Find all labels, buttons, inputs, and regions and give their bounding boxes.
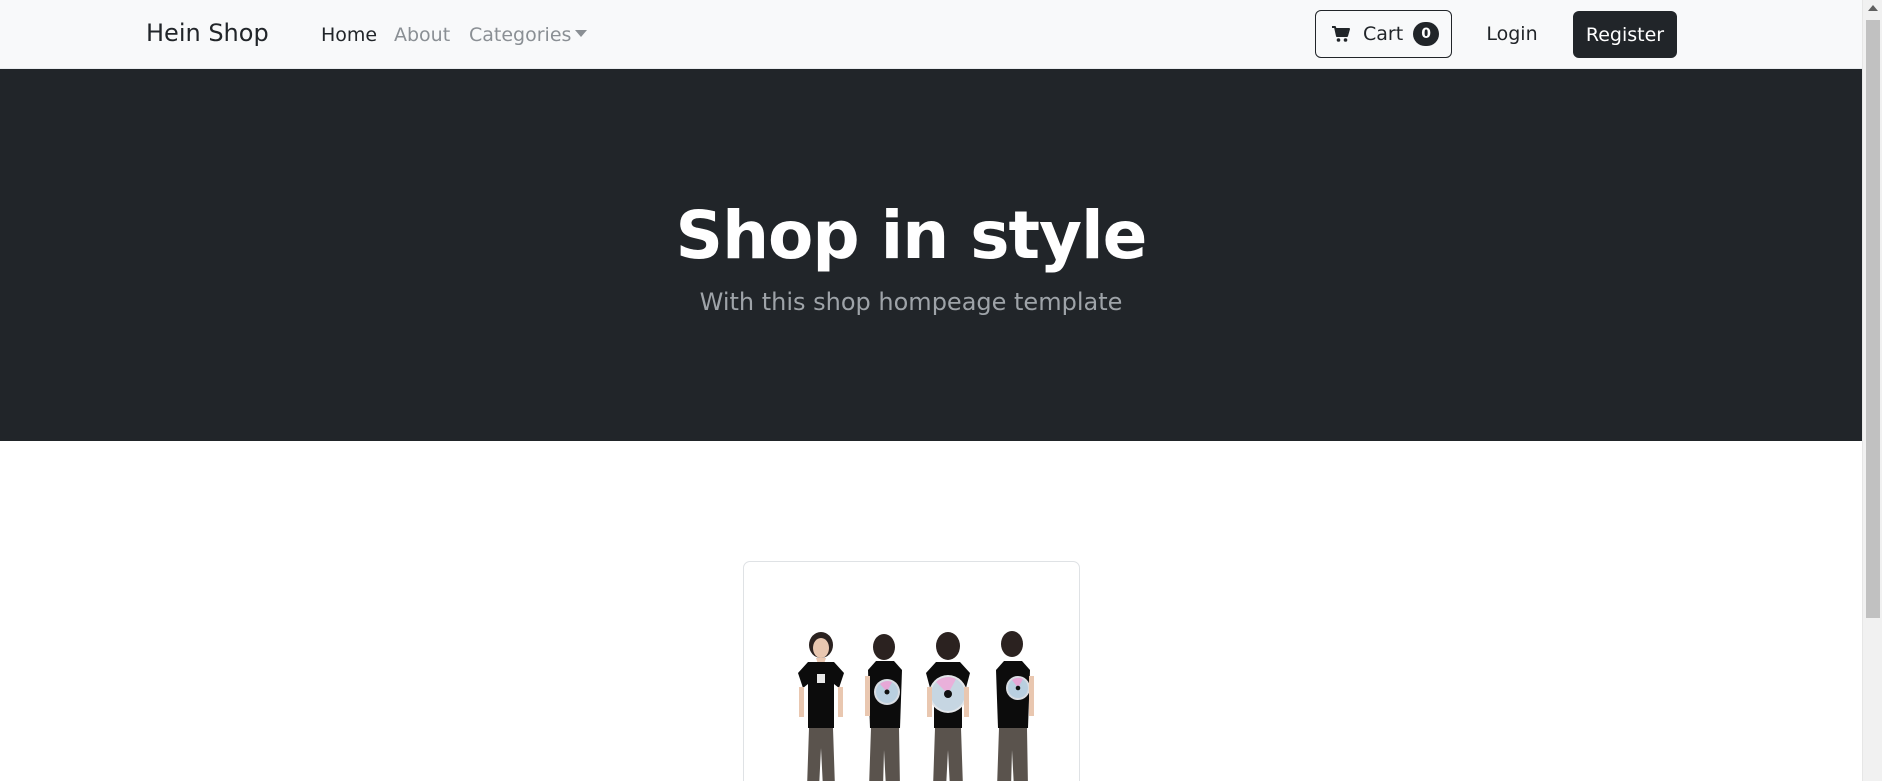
nav-categories-dropdown[interactable]: Categories [469, 24, 588, 46]
scroll-up-arrow-icon[interactable] [1868, 5, 1878, 11]
product-image [780, 628, 1042, 781]
cart-count-badge: 0 [1413, 22, 1440, 46]
model-figure-back [926, 632, 970, 781]
nav-categories-label: Categories [469, 24, 572, 46]
model-figure-side [865, 634, 902, 781]
brand-link[interactable]: Hein Shop [146, 19, 269, 47]
register-button[interactable]: Register [1573, 11, 1677, 58]
model-figure-side-2 [996, 631, 1034, 781]
hero-title: Shop in style [675, 197, 1148, 274]
page: Hein Shop Home About Categories Cart 0 L… [0, 0, 1862, 781]
scrollbar-thumb[interactable] [1866, 20, 1880, 618]
cart-button[interactable]: Cart 0 [1315, 10, 1452, 58]
hero-subtitle: With this shop hompeage template [699, 288, 1123, 316]
cart-label: Cart [1363, 23, 1404, 45]
top-navbar: Hein Shop Home About Categories Cart 0 L… [0, 0, 1862, 69]
vertical-scrollbar[interactable] [1862, 0, 1882, 781]
product-card[interactable] [743, 561, 1080, 781]
caret-down-icon [575, 30, 588, 37]
model-figure-front [798, 632, 844, 781]
hero-section: Shop in style With this shop hompeage te… [0, 69, 1862, 441]
login-button[interactable]: Login [1472, 10, 1552, 58]
nav-about-link[interactable]: About [394, 24, 450, 46]
cart-icon [1331, 24, 1351, 44]
nav-home-link[interactable]: Home [321, 24, 377, 46]
